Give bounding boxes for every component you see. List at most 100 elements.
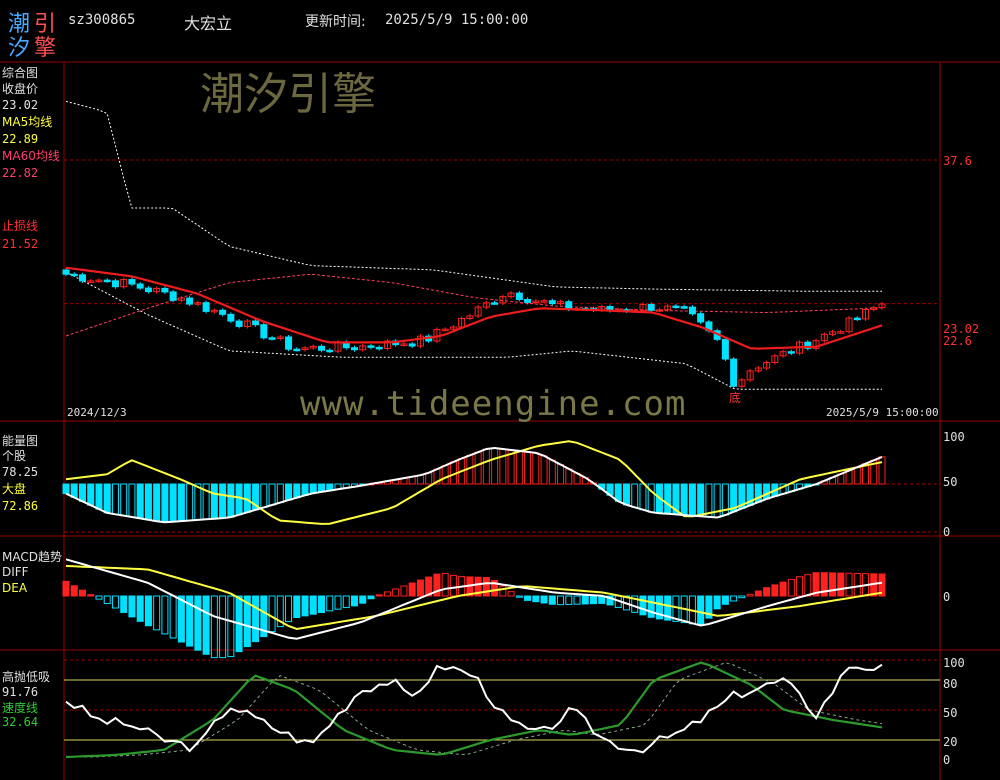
macd-bar [647,595,655,618]
url-watermark: www.tideengine.com [300,384,687,424]
macd-bar [507,591,515,597]
axis-label: 20 [943,735,958,749]
main-legend: 综合图 收盘价 23.02 MA5均线 22.89 MA60均线 22.82 [2,66,60,180]
energy-bar [491,447,499,485]
candle [62,269,70,275]
macd-bar [829,572,837,597]
candle [293,348,301,352]
candle [491,302,499,305]
axis-label: 100 [943,430,965,444]
macd-bar [169,595,177,639]
energy-bar [565,468,573,485]
macd-bar [853,572,861,597]
stock-label: 个股 [2,449,27,463]
upper-band-line [65,100,882,292]
macd-legend: MACD趋势 DIFF DEA [2,550,62,595]
macd-bar [400,585,408,597]
macd-bar [449,574,457,597]
candle [144,287,152,293]
macd-bar [639,595,647,616]
energy-bar [515,450,523,485]
ma5-value: 22.89 [2,132,39,146]
axis-label: 50 [943,475,958,489]
macd-bar [334,595,342,610]
macd-bar [177,595,185,643]
candle [787,351,795,354]
energy-bar [853,466,861,485]
energy-bar [120,483,128,517]
macd-bar [367,595,375,600]
macd-bar [144,595,152,627]
energy-bar [144,483,152,521]
energy-bar [301,483,309,496]
macd-bar [62,580,70,597]
energy-bar [293,483,301,499]
candle [186,297,194,305]
axis-label: 0 [943,753,951,767]
macd-bar [763,587,771,597]
macd-bar [293,595,301,619]
candle [515,292,523,300]
candle [260,324,268,339]
candle [103,279,111,283]
candle [350,347,358,351]
candle [227,313,235,322]
energy-bar [276,483,284,504]
energy-bar [103,483,111,514]
macd-bar [573,595,581,605]
energy-bar [177,483,185,522]
axis-label: 22.6 [943,334,972,348]
candle [318,345,326,351]
stop-value: 21.52 [2,237,39,251]
macd-bar [318,595,326,614]
market-label: 大盘 [2,482,27,496]
market-value: 72.86 [2,499,39,513]
macd-bar [342,595,350,609]
macd-bar [87,594,95,597]
date-start: 2024/12/3 [67,406,127,419]
energy-bar [235,483,243,516]
macd-bar [153,595,161,631]
axis-label: 80 [943,677,958,691]
macd-bar [359,595,367,604]
axis-label: 37.6 [943,154,972,168]
candle [697,313,705,323]
energy-bar [309,483,317,494]
candle [136,283,144,289]
macd-bar [301,595,309,617]
macd-bar [746,593,754,597]
energy-bar [557,464,565,485]
macd-bar [532,595,540,603]
brand-watermark: 潮汐引擎 [200,69,376,120]
macd-bar [779,581,787,597]
candle [375,346,383,350]
macd-bar [120,595,128,613]
macd-bar [441,572,449,597]
panel-title: MACD趋势 [2,550,62,564]
macd-bar [383,591,391,597]
macd-bar [787,578,795,597]
close-label: 收盘价 [2,82,39,96]
osc-legend: 高抛低吸 91.76 速度线 32.64 [2,670,50,729]
macd-bar [103,595,111,605]
lower-band-line [65,271,882,390]
macd-bar [70,585,78,597]
energy-bar [210,483,218,520]
macd-bar [590,595,598,605]
energy-legend: 能量图 个股 78.25 大盘 72.86 [2,434,38,513]
panel-title: 能量图 [2,434,39,448]
macd-bar [721,595,729,605]
energy-bar [540,455,548,485]
macd-bar [350,595,358,607]
energy-bar [680,483,688,516]
energy-bar [499,448,507,485]
energy-bar [194,483,202,521]
candle [235,320,243,327]
macd-bar [581,595,589,605]
macd-bar [499,585,507,597]
energy-bar [532,452,540,485]
energy-bar [285,483,293,501]
macd-bar [730,595,738,602]
ma5-line [65,266,883,350]
axis-label: 50 [943,706,958,720]
